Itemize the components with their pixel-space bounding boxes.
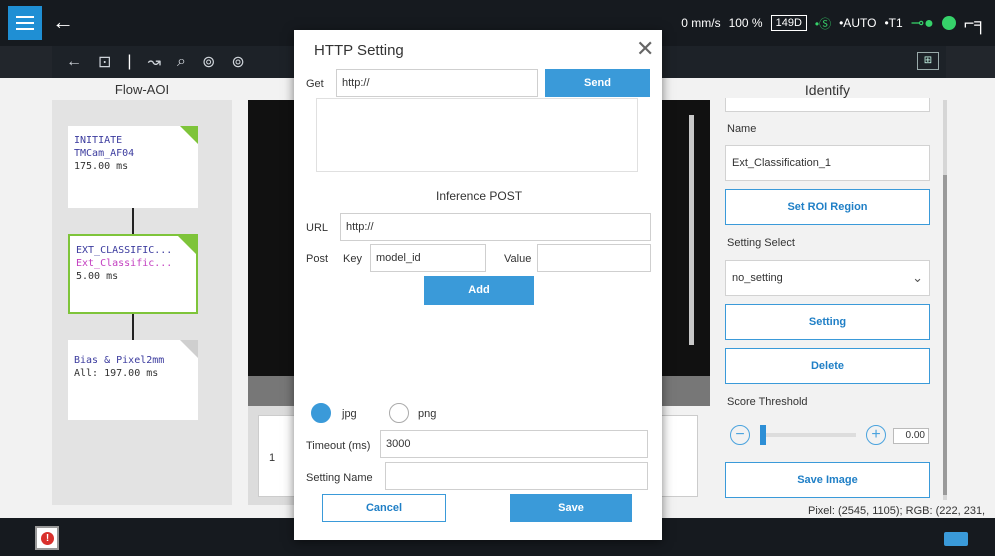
robot-status-icon: ⊸● <box>910 15 934 32</box>
node-type: INITIATE <box>74 135 123 146</box>
chevron-down-icon: ⌄ <box>912 270 923 285</box>
node-type: Bias & Pixel2mm <box>74 355 165 366</box>
chart-icon[interactable]: ↝ <box>148 52 161 72</box>
status-area: 0 mm/s 100 % 149D •Ⓢ •AUTO •T1 ⊸● ⌐╕ <box>681 0 987 46</box>
flow-node-ext-classific[interactable]: EXT_CLASSIFIC... Ext_Classific... 5.00 m… <box>68 234 198 314</box>
url-label: URL <box>306 222 329 234</box>
inspect-icon[interactable]: ⌕ <box>177 53 186 71</box>
cancel-button[interactable]: Cancel <box>322 494 446 522</box>
safety-mode: •Ⓢ <box>814 16 832 31</box>
hamburger-icon <box>16 16 34 18</box>
auto-mode: •AUTO <box>839 16 877 30</box>
post-label: Post <box>306 253 329 265</box>
node-active-corner <box>180 126 198 144</box>
setting-button[interactable]: Setting <box>725 304 930 340</box>
t1-mode: •T1 <box>884 16 903 30</box>
counter-badge: 149D <box>770 15 807 31</box>
flow-node-initiate[interactable]: INITIATE TMCam_AF04 175.00 ms <box>68 126 198 208</box>
setting-name-input[interactable] <box>385 462 648 490</box>
response-textarea[interactable] <box>316 98 638 172</box>
menu-button[interactable] <box>8 6 42 40</box>
hamburger-line <box>16 22 34 24</box>
timeout-label: Timeout (ms) <box>306 440 371 452</box>
add-button[interactable]: Add <box>424 276 534 305</box>
timeout-input[interactable]: 3000 <box>380 430 648 458</box>
key-input[interactable]: model_id <box>370 244 486 272</box>
score-threshold-label: Score Threshold <box>727 396 808 408</box>
score-threshold-value[interactable]: 0.00 <box>893 428 929 444</box>
flow-node-bias-pixel2mm[interactable]: Bias & Pixel2mm All: 197.00 ms <box>68 340 198 420</box>
node-type: EXT_CLASSIFIC... <box>76 245 173 256</box>
plus-icon[interactable]: + <box>866 425 886 445</box>
back-arrow-icon[interactable]: ← <box>52 10 74 34</box>
slider-handle[interactable] <box>760 425 766 445</box>
node-corner <box>180 340 198 358</box>
node-time: 175.00 ms <box>74 161 129 172</box>
camera-icon-2[interactable]: ⊚ <box>231 52 244 72</box>
alert-button[interactable]: ! <box>35 526 59 550</box>
divider: | <box>127 53 132 70</box>
alert-icon: ! <box>41 532 54 545</box>
flow-title: Flow-AOI <box>114 82 170 97</box>
hamburger-line <box>16 28 34 30</box>
set-roi-region-button[interactable]: Set ROI Region <box>725 189 930 225</box>
close-icon[interactable]: ✕ <box>636 36 654 62</box>
speed-percent: 100 % <box>728 16 763 30</box>
image-view-right[interactable] <box>658 100 710 376</box>
dialog-title: HTTP Setting <box>314 42 404 59</box>
inference-post-title: Inference POST <box>436 189 523 203</box>
robot-arm-icon[interactable]: ⌐╕ <box>964 13 987 34</box>
key-label: Key <box>343 253 362 265</box>
keyboard-icon[interactable] <box>944 532 968 546</box>
png-radio[interactable] <box>389 403 409 423</box>
connection-status-icon <box>941 16 956 30</box>
setting-select-label: Setting Select <box>727 237 795 249</box>
flow-panel: INITIATE TMCam_AF04 175.00 ms EXT_CLASSI… <box>52 100 232 505</box>
node-time: All: 197.00 ms <box>74 368 159 379</box>
get-label: Get <box>306 78 324 90</box>
setting-select-value: no_setting <box>732 272 783 284</box>
identify-scrollbar-thumb[interactable] <box>943 175 947 495</box>
identify-top-field <box>725 98 930 112</box>
png-label: png <box>418 408 437 420</box>
node-name: TMCam_AF04 <box>74 148 135 159</box>
jpg-label: jpg <box>342 408 357 420</box>
image-status-strip-right <box>658 376 710 406</box>
delete-button[interactable]: Delete <box>725 348 930 384</box>
result-table-right <box>658 415 698 497</box>
url-input[interactable]: http:// <box>340 213 651 241</box>
back-icon[interactable]: ← <box>66 53 82 71</box>
camera-icon[interactable]: ⊚ <box>202 52 215 72</box>
setting-select[interactable]: no_setting ⌄ <box>725 260 930 296</box>
value-input[interactable] <box>537 244 651 272</box>
setting-name-label: Setting Name <box>306 472 373 484</box>
minus-icon[interactable]: − <box>730 425 750 445</box>
flow-connector <box>132 314 134 340</box>
identify-title: Identify <box>804 82 851 98</box>
node-time: 5.00 ms <box>76 271 119 282</box>
send-button[interactable]: Send <box>545 69 650 97</box>
save-flow-icon[interactable]: ⊡ <box>98 52 111 72</box>
table-row-number: 1 <box>269 452 276 464</box>
name-label: Name <box>727 123 757 135</box>
node-name: Ext_Classific... <box>76 258 173 269</box>
save-image-button[interactable]: Save Image <box>725 462 930 498</box>
name-input[interactable]: Ext_Classification_1 <box>725 145 930 181</box>
dialog-scrollbar[interactable] <box>689 115 694 345</box>
value-label: Value <box>504 253 532 265</box>
score-threshold-slider[interactable] <box>760 433 856 437</box>
get-url-input[interactable]: http:// <box>336 69 538 97</box>
jpg-radio[interactable] <box>311 403 331 423</box>
result-table: 1 <box>258 415 298 497</box>
save-button[interactable]: Save <box>510 494 632 522</box>
image-view-left[interactable] <box>248 100 298 376</box>
node-active-corner <box>178 236 196 254</box>
image-status-strip <box>248 376 298 406</box>
flow-connector <box>132 208 134 234</box>
fit-view-icon[interactable]: ⊞ <box>917 52 939 70</box>
speed-readout: 0 mm/s <box>681 16 721 30</box>
